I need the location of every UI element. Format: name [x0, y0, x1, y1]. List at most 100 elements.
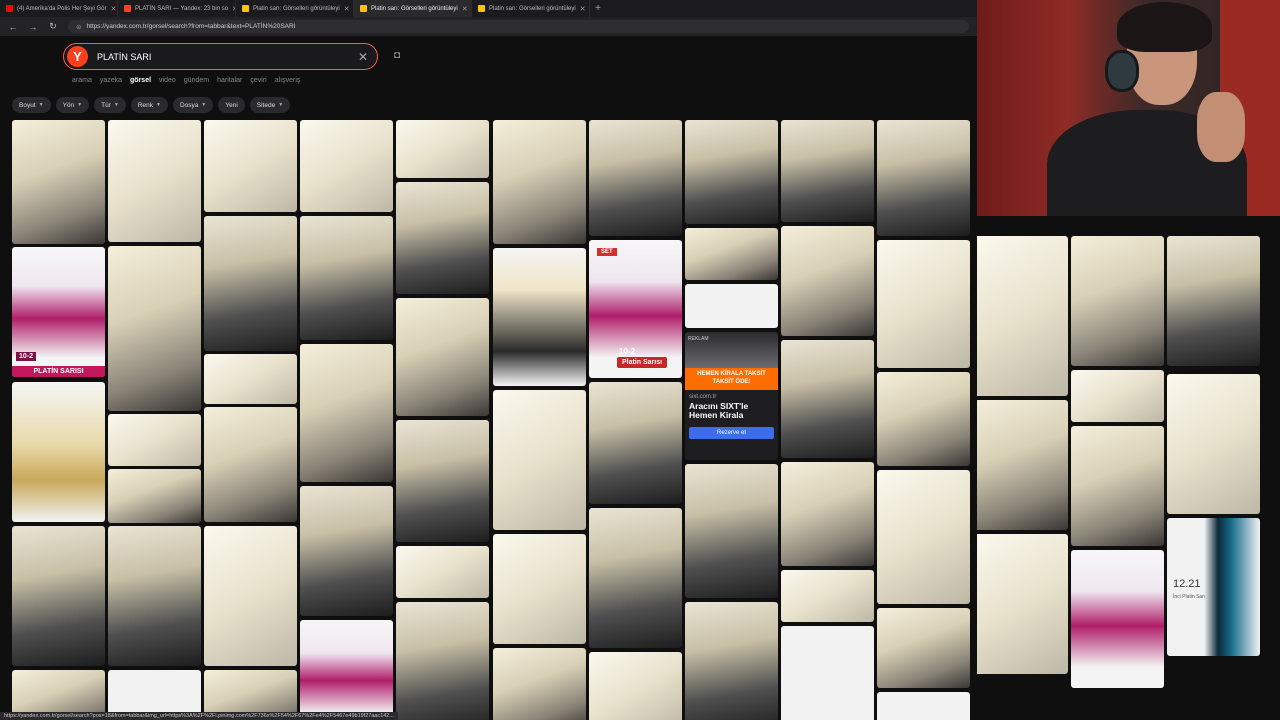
- filter-dosya[interactable]: Dosya ▼: [172, 97, 214, 113]
- image-result[interactable]: [396, 546, 489, 598]
- tab-images-3[interactable]: Platin sarı: Görselleri görüntüleyi ✕: [472, 0, 590, 17]
- site-info-icon[interactable]: ⊜: [76, 23, 81, 31]
- image-result[interactable]: [877, 692, 970, 720]
- ad-reserve-button[interactable]: Rezerve et: [689, 427, 774, 440]
- image-result[interactable]: [1167, 374, 1260, 514]
- image-result[interactable]: [877, 608, 970, 688]
- image-result[interactable]: [685, 602, 778, 720]
- tab-yandex-search[interactable]: PLATİN SARI — Yandex: 23 bin so✕: [118, 0, 236, 17]
- image-result[interactable]: [12, 120, 105, 244]
- image-result[interactable]: [1071, 370, 1164, 422]
- image-result[interactable]: [877, 240, 970, 368]
- image-result[interactable]: [1071, 426, 1164, 546]
- image-result[interactable]: [300, 344, 393, 482]
- image-result[interactable]: [1071, 550, 1164, 688]
- filter-yon[interactable]: Yön ▼: [55, 97, 90, 113]
- url-field[interactable]: ⊜ https://yandex.com.tr/gorsel/search?fr…: [68, 20, 969, 33]
- image-result[interactable]: [396, 182, 489, 294]
- search-input[interactable]: PLATİN SARI: [97, 52, 358, 62]
- image-result[interactable]: [589, 382, 682, 504]
- filter-renk[interactable]: Renk ▼: [130, 97, 168, 113]
- image-result[interactable]: [12, 382, 105, 522]
- image-result[interactable]: [685, 120, 778, 224]
- forward-icon[interactable]: →: [28, 22, 38, 32]
- tab-close-icon[interactable]: ✕: [580, 5, 586, 13]
- tab-alisveris[interactable]: alışveriş: [275, 77, 301, 84]
- tab-youtube[interactable]: (4) Amerika'da Polis Her Şeyi Gör ✕: [0, 0, 118, 17]
- camera-icon[interactable]: ◘: [394, 50, 407, 62]
- image-result[interactable]: [685, 228, 778, 280]
- image-result[interactable]: [1167, 236, 1260, 366]
- tab-arama[interactable]: arama: [72, 77, 92, 84]
- image-result[interactable]: [396, 602, 489, 720]
- image-result[interactable]: [204, 120, 297, 212]
- ad-domain[interactable]: sixt.com.tr: [685, 390, 778, 400]
- tab-images-2[interactable]: Platin sarı: Görselleri görüntüleyi ✕: [354, 0, 472, 17]
- yandex-logo[interactable]: Y: [67, 46, 88, 67]
- image-result[interactable]: [493, 648, 586, 720]
- image-result[interactable]: [977, 236, 1068, 396]
- filter-yeni[interactable]: Yeni: [218, 97, 245, 113]
- image-result[interactable]: [493, 248, 586, 386]
- image-result[interactable]: [300, 120, 393, 212]
- image-result[interactable]: [977, 400, 1068, 530]
- image-result[interactable]: [781, 626, 874, 720]
- clear-icon[interactable]: ✕: [358, 50, 368, 64]
- image-result[interactable]: [781, 340, 874, 458]
- ad-card[interactable]: REKLAM HEMEN KİRALA TAKSİT TAKSİT ÖDE! s…: [685, 332, 778, 460]
- image-result[interactable]: [877, 120, 970, 236]
- image-result[interactable]: [396, 120, 489, 178]
- image-result[interactable]: [589, 652, 682, 720]
- image-result[interactable]: [204, 354, 297, 404]
- image-result[interactable]: [204, 407, 297, 522]
- tab-gundem[interactable]: gündem: [184, 77, 209, 84]
- image-result[interactable]: [589, 120, 682, 236]
- image-result[interactable]: [108, 469, 201, 523]
- image-result[interactable]: [493, 120, 586, 244]
- image-result[interactable]: [781, 120, 874, 222]
- filter-boyut[interactable]: Boyut ▼: [12, 97, 51, 113]
- back-icon[interactable]: ←: [8, 22, 18, 32]
- tab-close-icon[interactable]: ✕: [111, 5, 117, 13]
- image-result[interactable]: [204, 526, 297, 666]
- reload-icon[interactable]: ↻: [48, 21, 58, 32]
- image-result[interactable]: [108, 246, 201, 411]
- image-result[interactable]: 12.21 İnci Platin Sarı: [1167, 518, 1260, 656]
- tab-ceviri[interactable]: çeviri: [250, 77, 266, 84]
- image-result[interactable]: [300, 486, 393, 616]
- image-result[interactable]: [396, 420, 489, 542]
- image-result[interactable]: SET 10-2 Platin Sarısı: [589, 240, 682, 378]
- tab-images-1[interactable]: Platin sarı: Görselleri görüntüleyi ✕: [236, 0, 354, 17]
- tab-close-icon[interactable]: ✕: [462, 5, 468, 13]
- tab-haritalar[interactable]: haritalar: [217, 77, 242, 84]
- tab-yazeka[interactable]: yazeka: [100, 77, 122, 84]
- image-result[interactable]: [396, 298, 489, 416]
- image-result[interactable]: [781, 570, 874, 622]
- image-result[interactable]: [204, 216, 297, 351]
- image-result[interactable]: [1071, 236, 1164, 366]
- image-result[interactable]: [108, 526, 201, 666]
- new-tab-button[interactable]: +: [590, 0, 606, 17]
- image-result[interactable]: [300, 216, 393, 340]
- image-result[interactable]: [781, 462, 874, 566]
- tab-video[interactable]: video: [159, 77, 176, 84]
- image-result[interactable]: [589, 508, 682, 648]
- image-result[interactable]: [685, 284, 778, 328]
- ad-title[interactable]: Aracını SIXT'le Hemen Kirala: [685, 400, 778, 424]
- tab-gorsel[interactable]: görsel: [130, 77, 151, 84]
- image-result[interactable]: [300, 620, 393, 720]
- image-result[interactable]: [108, 414, 201, 466]
- image-result[interactable]: [12, 526, 105, 666]
- image-result[interactable]: [781, 226, 874, 336]
- image-result[interactable]: [877, 372, 970, 466]
- tab-close-icon[interactable]: ✕: [344, 5, 350, 13]
- image-result[interactable]: [877, 470, 970, 604]
- image-result[interactable]: [977, 534, 1068, 674]
- image-result[interactable]: [493, 390, 586, 530]
- search-box[interactable]: Y PLATİN SARI ✕: [63, 43, 378, 70]
- image-result[interactable]: [685, 464, 778, 598]
- filter-tur[interactable]: Tür ▼: [94, 97, 126, 113]
- filter-sitede[interactable]: Sitede ▼: [249, 97, 291, 113]
- image-result[interactable]: 10-2 PLATİN SARISI: [12, 247, 105, 377]
- image-result[interactable]: [493, 534, 586, 644]
